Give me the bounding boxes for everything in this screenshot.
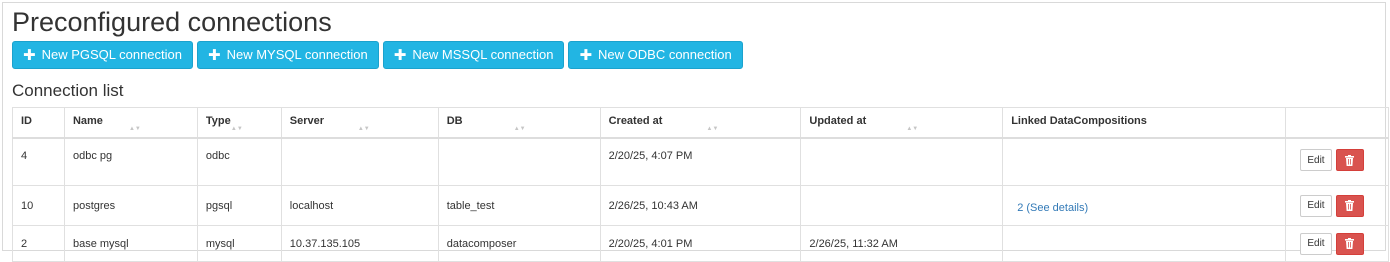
cell-type: odbc: [196, 137, 282, 186]
trash-icon: [1345, 154, 1355, 166]
cell-linked-datacompositions: [1002, 137, 1286, 186]
column-header-created-at[interactable]: Created at ▲▼: [599, 107, 802, 139]
plus-icon: ✚: [208, 46, 221, 64]
sort-icon: ▲▼: [906, 126, 919, 132]
cell-type: mysql: [196, 225, 282, 262]
table-row: 4 odbc pg odbc 2/20/25, 4:07 PM Edit: [12, 137, 1390, 186]
table-row: 10 postgres pgsql localhost table_test 2…: [12, 185, 1390, 226]
edit-button[interactable]: Edit: [1299, 149, 1332, 171]
delete-button[interactable]: [1335, 232, 1364, 255]
delete-button[interactable]: [1335, 194, 1364, 217]
trash-icon: [1345, 238, 1355, 249]
cell-server: [280, 137, 439, 186]
cell-id: 2: [12, 225, 65, 262]
connection-list-title: Connection list: [12, 81, 124, 100]
cell-name: odbc pg: [63, 137, 198, 186]
cell-linked-datacompositions: [1002, 225, 1286, 262]
cell-id: 4: [12, 137, 65, 186]
column-header-type[interactable]: Type ▲▼: [196, 107, 282, 139]
cell-id: 10: [12, 185, 65, 226]
column-header-id: ID: [12, 107, 65, 139]
cell-linked-datacompositions: 2 (See details): [1002, 185, 1286, 226]
table-header-row: ID Name ▲▼ Type ▲▼ Server ▲▼ DB ▲▼ Created a…: [12, 107, 1390, 139]
edit-button[interactable]: Edit: [1299, 194, 1332, 217]
trash-icon: [1345, 200, 1355, 211]
column-header-linked-datacompositions: Linked DataCompositions: [1002, 107, 1286, 139]
new-mssql-connection-button[interactable]: ✚ New MSSQL connection: [382, 41, 565, 69]
sort-icon: ▲▼: [357, 126, 370, 132]
cell-name: postgres: [63, 185, 198, 226]
column-header-updated-at[interactable]: Updated at ▲▼: [800, 107, 1004, 139]
cell-db: [437, 137, 601, 186]
new-mysql-connection-button[interactable]: ✚ New MYSQL connection: [197, 41, 379, 69]
new-odbc-connection-label: New ODBC connection: [598, 47, 732, 62]
plus-icon: ✚: [393, 46, 407, 64]
new-mssql-connection-label: New MSSQL connection: [412, 47, 554, 62]
column-header-server[interactable]: Server ▲▼: [280, 107, 439, 139]
sort-icon: ▲▼: [230, 126, 243, 132]
cell-type: pgsql: [196, 185, 282, 226]
toolbar: ✚ New PGSQL connection ✚ New MYSQL conne…: [12, 41, 743, 69]
plus-icon: ✚: [23, 46, 36, 64]
page-title: Preconfigured connections: [12, 7, 332, 37]
connection-table: ID Name ▲▼ Type ▲▼ Server ▲▼ DB ▲▼ Created a…: [12, 107, 1390, 262]
new-pgsql-connection-button[interactable]: ✚ New PGSQL connection: [12, 41, 194, 69]
new-mysql-connection-label: New MYSQL connection: [226, 47, 368, 62]
new-odbc-connection-button[interactable]: ✚ New ODBC connection: [568, 41, 743, 69]
cell-db: datacomposer: [437, 225, 601, 262]
cell-created-at: 2/20/25, 4:07 PM: [599, 137, 802, 186]
cell-name: base mysql: [63, 225, 198, 262]
cell-actions: Edit: [1284, 137, 1390, 186]
sort-icon: ▲▼: [128, 126, 141, 132]
table-row: 2 base mysql mysql 10.37.135.105 datacom…: [12, 225, 1390, 262]
sort-icon: ▲▼: [706, 126, 719, 132]
cell-actions: Edit: [1284, 185, 1390, 226]
cell-actions: Edit: [1284, 225, 1390, 262]
delete-button[interactable]: [1335, 149, 1364, 171]
linked-details-link[interactable]: 2 (See details): [1017, 202, 1088, 214]
cell-updated-at: [800, 185, 1004, 226]
cell-server: 10.37.135.105: [280, 225, 439, 262]
column-header-actions: [1284, 107, 1390, 139]
column-header-name[interactable]: Name ▲▼: [63, 107, 198, 139]
cell-created-at: 2/20/25, 4:01 PM: [599, 225, 802, 262]
cell-db: table_test: [437, 185, 601, 226]
cell-server: localhost: [280, 185, 439, 226]
new-pgsql-connection-label: New PGSQL connection: [41, 47, 183, 62]
cell-updated-at: [800, 137, 1004, 186]
plus-icon: ✚: [579, 46, 593, 64]
edit-button[interactable]: Edit: [1299, 232, 1332, 255]
sort-icon: ▲▼: [513, 126, 526, 132]
cell-created-at: 2/26/25, 10:43 AM: [599, 185, 802, 226]
cell-updated-at: 2/26/25, 11:32 AM: [800, 225, 1004, 262]
column-header-db[interactable]: DB ▲▼: [437, 107, 601, 139]
